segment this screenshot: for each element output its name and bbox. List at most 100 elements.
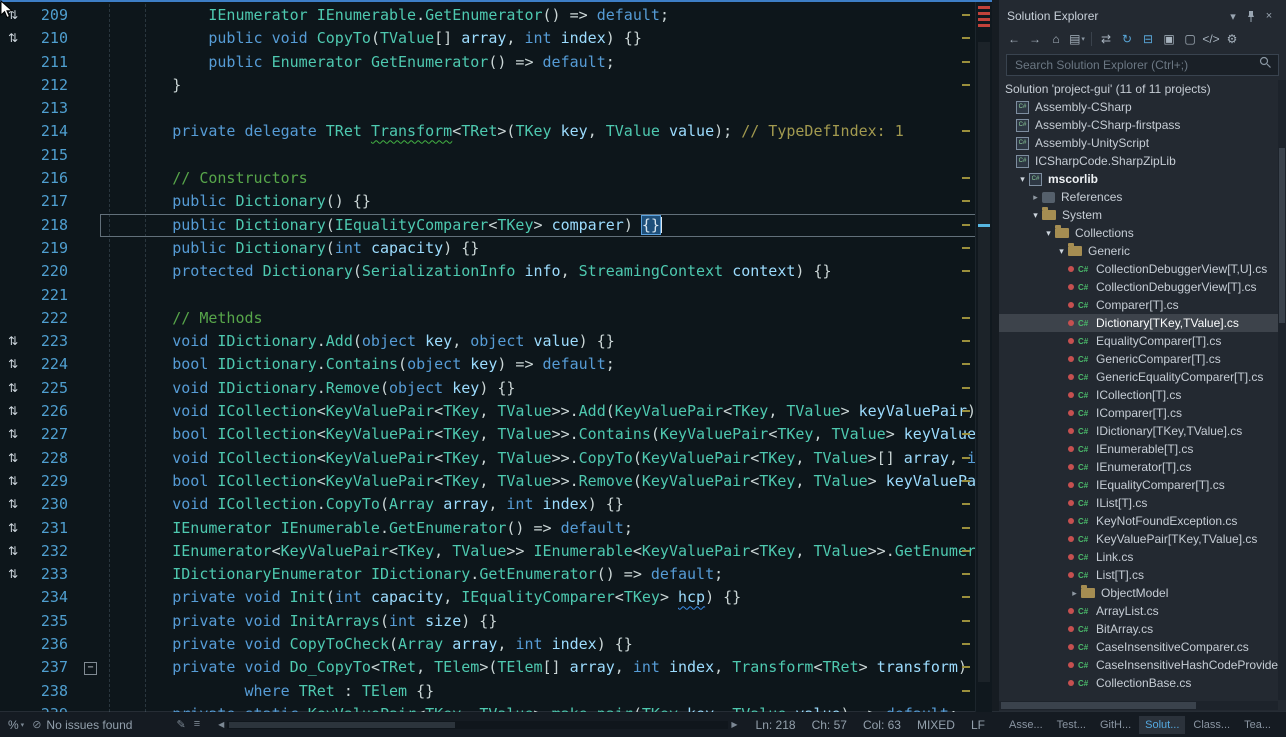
tree-item[interactable]: C#IEnumerable[T].cs — [999, 440, 1278, 458]
tool-window-tab[interactable]: Solut... — [1139, 716, 1185, 734]
refresh-icon[interactable]: ↻ — [1117, 29, 1137, 49]
tree-item[interactable]: C#IEqualityComparer[T].cs — [999, 476, 1278, 494]
collapse-box-icon[interactable]: − — [84, 662, 97, 675]
implements-glyph-icon[interactable]: ⇅ — [0, 540, 26, 563]
expand-arrow-expanded-icon[interactable]: ▾ — [1042, 228, 1055, 239]
line-number[interactable]: 229 — [26, 470, 82, 493]
line-number[interactable]: 234 — [26, 586, 82, 609]
tree-item[interactable]: C#Assembly-CSharp — [999, 98, 1278, 116]
code-line[interactable]: 239 private static KeyValuePair<TKey, TV… — [0, 703, 976, 712]
code-text[interactable]: bool ICollection<KeyValuePair<TKey, TVal… — [100, 470, 976, 493]
tree-item[interactable]: C#IEnumerator[T].cs — [999, 458, 1278, 476]
tree-item[interactable]: ▾Collections — [999, 224, 1278, 242]
tree-item[interactable]: C#GenericComparer[T].cs — [999, 350, 1278, 368]
code-line[interactable]: 235 private void InitArrays(int size) {} — [0, 610, 976, 633]
code-line[interactable]: 212 } — [0, 74, 976, 97]
code-line[interactable]: 216 // Constructors — [0, 167, 976, 190]
scrollbar-thumb[interactable] — [978, 42, 990, 682]
line-number[interactable]: 212 — [26, 74, 82, 97]
line-number[interactable]: 233 — [26, 563, 82, 586]
line-number[interactable]: 239 — [26, 703, 82, 712]
code-text[interactable]: private void CopyToCheck(Array array, in… — [100, 633, 976, 656]
code-line[interactable]: ⇅209 IEnumerator IEnumerable.GetEnumerat… — [0, 4, 976, 27]
code-text[interactable]: public Enumerator GetEnumerator() => def… — [100, 51, 976, 74]
tree-item[interactable]: C#CaseInsensitiveComparer.cs — [999, 638, 1278, 656]
line-number[interactable]: 217 — [26, 190, 82, 213]
code-line[interactable]: ⇅210 public void CopyTo(TValue[] array, … — [0, 27, 976, 50]
line-number[interactable]: 230 — [26, 493, 82, 516]
line-number[interactable]: 211 — [26, 51, 82, 74]
line-number[interactable]: 210 — [26, 27, 82, 50]
line-number[interactable]: 231 — [26, 517, 82, 540]
scroll-left-arrow-icon[interactable]: ◀ — [218, 720, 224, 729]
code-line[interactable]: ⇅224 bool IDictionary.Contains(object ke… — [0, 353, 976, 376]
code-line[interactable]: ⇅225 void IDictionary.Remove(object key)… — [0, 377, 976, 400]
tree-item[interactable]: C#IComparer[T].cs — [999, 404, 1278, 422]
code-editor[interactable]: ⇅209 IEnumerator IEnumerable.GetEnumerat… — [0, 0, 992, 712]
line-number[interactable]: 214 — [26, 120, 82, 143]
code-line[interactable]: ⇅230 void ICollection.CopyTo(Array array… — [0, 493, 976, 516]
code-line[interactable]: ⇅232 IEnumerator<KeyValuePair<TKey, TVal… — [0, 540, 976, 563]
tree-item[interactable]: C#IDictionary[TKey,TValue].cs — [999, 422, 1278, 440]
code-text[interactable]: public void CopyTo(TValue[] array, int i… — [100, 27, 976, 50]
code-line[interactable]: 236 private void CopyToCheck(Array array… — [0, 633, 976, 656]
tree-item[interactable]: C#Assembly-CSharp-firstpass — [999, 116, 1278, 134]
code-text[interactable]: } — [100, 74, 976, 97]
code-line[interactable]: 218 public Dictionary(IEqualityComparer<… — [0, 214, 976, 237]
code-line[interactable]: 213 — [0, 97, 976, 120]
editor-horizontal-scrollbar[interactable]: ◀ ▶ — [218, 720, 737, 729]
implements-glyph-icon[interactable]: ⇅ — [0, 377, 26, 400]
collapse-all-icon[interactable]: ⊟ — [1138, 29, 1158, 49]
implements-glyph-icon[interactable]: ⇅ — [0, 423, 26, 446]
tree-item[interactable]: ▾C#mscorlib — [999, 170, 1278, 188]
line-number[interactable]: 232 — [26, 540, 82, 563]
implements-glyph-icon[interactable]: ⇅ — [0, 563, 26, 586]
code-line[interactable]: 221 — [0, 284, 976, 307]
tree-item[interactable]: C#ArrayList.cs — [999, 602, 1278, 620]
zoom-selector[interactable]: % ▾ — [8, 718, 24, 732]
code-line[interactable]: ⇅231 IEnumerator IEnumerable.GetEnumerat… — [0, 517, 976, 540]
forward-icon[interactable]: → — [1025, 29, 1045, 49]
code-line[interactable]: 219 public Dictionary(int capacity) {} — [0, 237, 976, 260]
back-icon[interactable]: ← — [1004, 29, 1024, 49]
tree-item[interactable]: ▾System — [999, 206, 1278, 224]
tree-item[interactable]: C#KeyNotFoundException.cs — [999, 512, 1278, 530]
code-text[interactable]: void IDictionary.Add(object key, object … — [100, 330, 976, 353]
search-input[interactable] — [1013, 57, 1259, 73]
code-line[interactable]: 222 // Methods — [0, 307, 976, 330]
scrollbar-thumb[interactable] — [229, 722, 454, 728]
scroll-right-arrow-icon[interactable]: ▶ — [731, 720, 737, 729]
document-health[interactable]: ⊘ No issues found — [32, 718, 132, 732]
outline-collapse-icon[interactable]: − — [82, 656, 100, 679]
tree-item[interactable]: C#ICollection[T].cs — [999, 386, 1278, 404]
scrollbar-track[interactable] — [227, 721, 728, 729]
code-line[interactable]: 237− private void Do_CopyTo<TRet, TElem>… — [0, 656, 976, 679]
tool-window-tab[interactable]: Test... — [1051, 716, 1092, 734]
code-line[interactable]: 214 private delegate TRet Transform<TRet… — [0, 120, 976, 143]
tree-item[interactable]: C#GenericEqualityComparer[T].cs — [999, 368, 1278, 386]
tree-item[interactable]: C#Dictionary[TKey,TValue].cs — [999, 314, 1278, 332]
code-line[interactable]: 220 protected Dictionary(SerializationIn… — [0, 260, 976, 283]
code-text[interactable]: // Methods — [100, 307, 976, 330]
expand-arrow-expanded-icon[interactable]: ▾ — [1055, 246, 1068, 257]
tree-item[interactable]: C#Assembly-UnityScript — [999, 134, 1278, 152]
code-text[interactable]: IEnumerator IEnumerable.GetEnumerator() … — [100, 4, 976, 27]
tool-window-tab[interactable]: Tea... — [1238, 716, 1277, 734]
implements-glyph-icon[interactable]: ⇅ — [0, 447, 26, 470]
code-line[interactable]: ⇅223 void IDictionary.Add(object key, ob… — [0, 330, 976, 353]
implements-glyph-icon[interactable]: ⇅ — [0, 330, 26, 353]
tree-item[interactable]: C#KeyValuePair[TKey,TValue].cs — [999, 530, 1278, 548]
tree-item[interactable]: C#CollectionDebuggerView[T].cs — [999, 278, 1278, 296]
code-text[interactable]: void ICollection.CopyTo(Array array, int… — [100, 493, 976, 516]
code-text[interactable]: where TRet : TElem {} — [100, 680, 976, 703]
properties-icon[interactable]: ⚙ — [1222, 29, 1242, 49]
code-text[interactable]: public Dictionary(int capacity) {} — [100, 237, 976, 260]
line-number[interactable]: 219 — [26, 237, 82, 260]
code-text[interactable]: private void InitArrays(int size) {} — [100, 610, 976, 633]
code-text[interactable]: // Constructors — [100, 167, 976, 190]
scrollbar-thumb[interactable] — [1001, 702, 1196, 709]
tree-horizontal-scrollbar[interactable] — [999, 701, 1278, 710]
implements-glyph-icon[interactable]: ⇅ — [0, 27, 26, 50]
line-number[interactable]: 225 — [26, 377, 82, 400]
scrollbar-thumb[interactable] — [1279, 148, 1285, 323]
